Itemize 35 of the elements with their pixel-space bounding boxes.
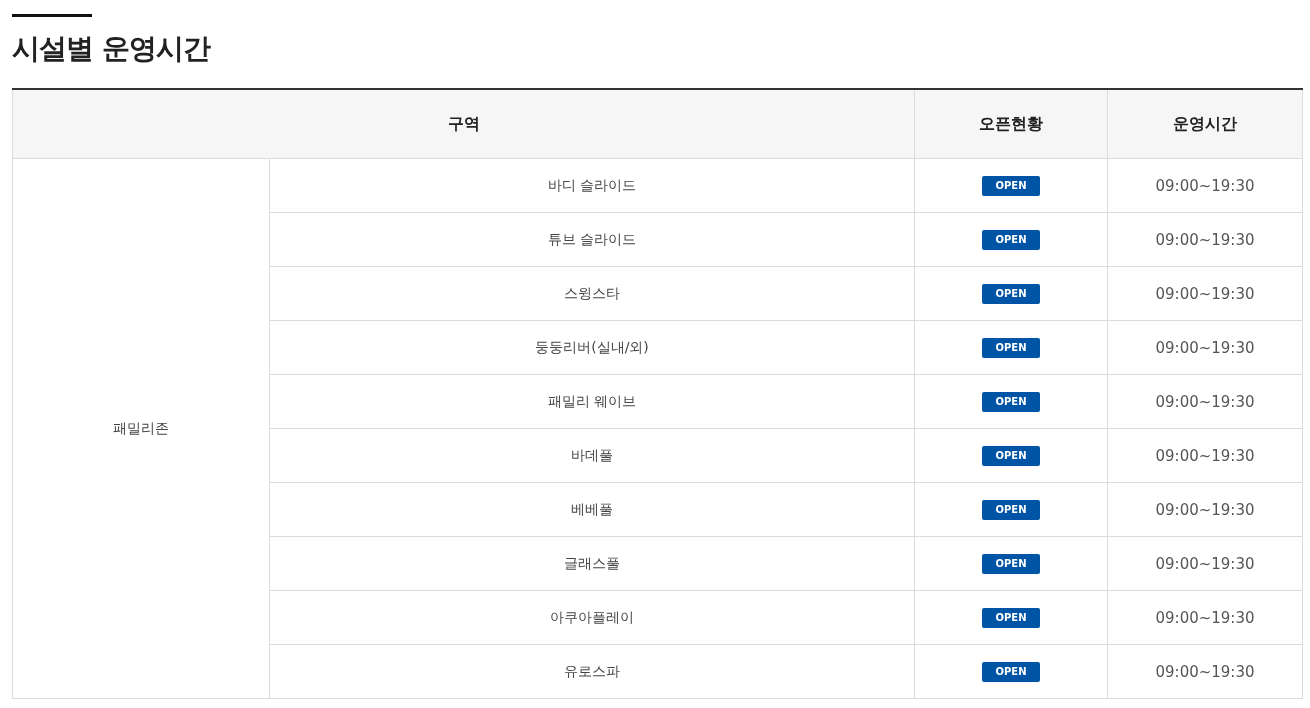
status-badge: OPEN [982,229,1040,250]
status-badge: OPEN [982,175,1040,196]
page-title: 시설별 운영시간 [12,31,212,67]
facility-cell: 글래스풀 [269,536,915,591]
hours-cell: 09:00~19:30 [1107,158,1303,213]
zone-cell: 패밀리존 [12,158,270,699]
hours-cell: 09:00~19:30 [1107,266,1303,321]
column-header: 오픈현황 [914,89,1108,159]
hours-cell: 09:00~19:30 [1107,482,1303,537]
status-badge: OPEN [982,337,1040,358]
facility-cell: 튜브 슬라이드 [269,212,915,267]
hours-cell: 09:00~19:30 [1107,536,1303,591]
facility-cell: 아쿠아플레이 [269,590,915,645]
hours-cell: 09:00~19:30 [1107,374,1303,429]
column-header: 구역 [12,89,915,159]
facility-cell: 둥둥리버(실내/외) [269,320,915,375]
status-badge: OPEN [982,445,1040,466]
status-badge: OPEN [982,661,1040,682]
status-badge: OPEN [982,607,1040,628]
facility-cell: 패밀리 웨이브 [269,374,915,429]
status-badge: OPEN [982,553,1040,574]
facility-cell: 바디 슬라이드 [269,158,915,213]
hours-cell: 09:00~19:30 [1107,644,1303,699]
hours-cell: 09:00~19:30 [1107,590,1303,645]
facility-cell: 바데풀 [269,428,915,483]
facility-cell: 스윙스타 [269,266,915,321]
facility-cell: 유로스파 [269,644,915,699]
status-badge: OPEN [982,391,1040,412]
column-header: 운영시간 [1107,89,1303,159]
facility-cell: 베베풀 [269,482,915,537]
hours-cell: 09:00~19:30 [1107,212,1303,267]
hours-cell: 09:00~19:30 [1107,320,1303,375]
status-badge: OPEN [982,283,1040,304]
hours-cell: 09:00~19:30 [1107,428,1303,483]
status-badge: OPEN [982,499,1040,520]
